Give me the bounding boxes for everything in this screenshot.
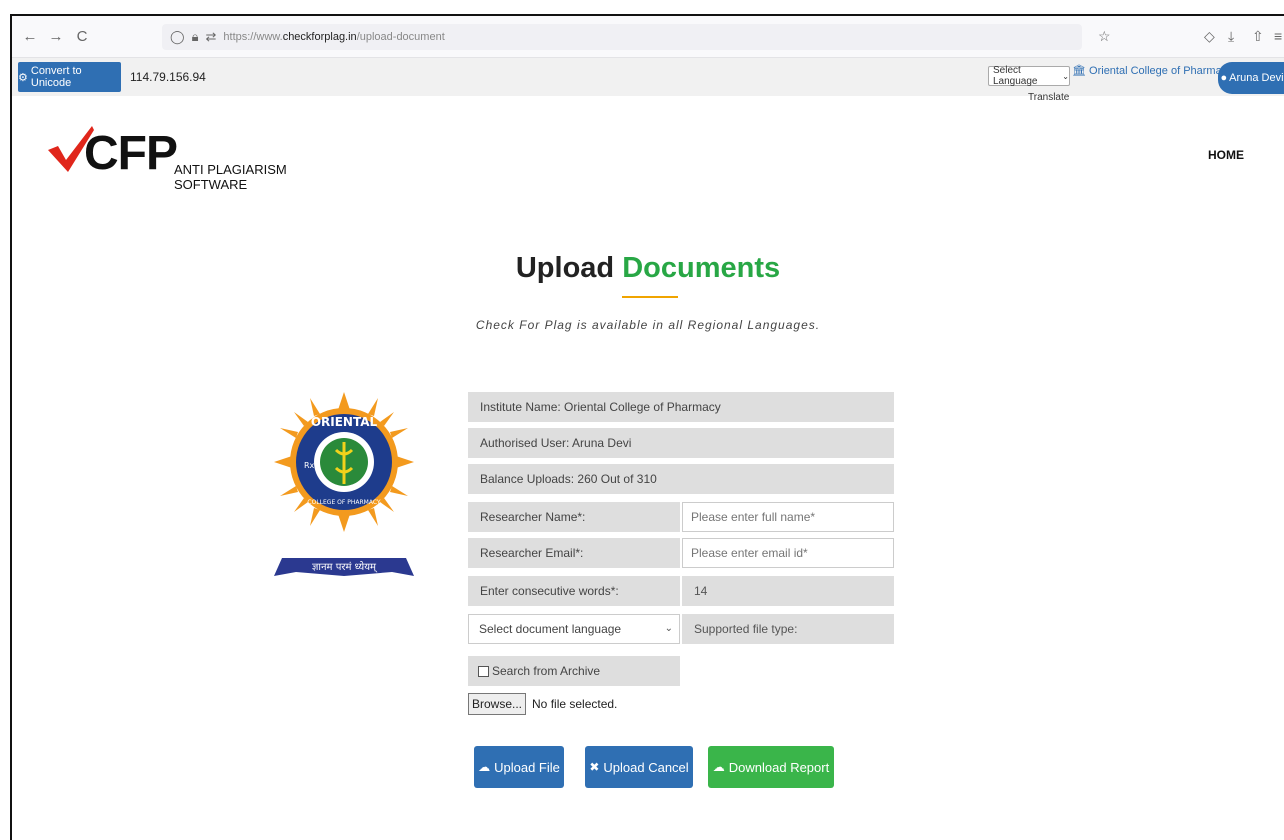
emblem-banner-text: ज्ञानम परमं ध्येयम्	[312, 561, 378, 573]
browse-button[interactable]: Browse...	[468, 693, 527, 715]
institute-name-row: Institute Name: Oriental College of Phar…	[468, 392, 894, 422]
language-select[interactable]: Select Language ⌄	[988, 65, 1070, 87]
emblem-bottom-text: COLLEGE OF PHARMACY	[307, 499, 380, 506]
user-account-button[interactable]: ● Aruna Devi	[1218, 62, 1284, 94]
document-language-select[interactable]: Select document language ⌄	[468, 614, 680, 644]
authorised-user-row: Authorised User: Aruna Devi	[468, 428, 894, 458]
user-name: Aruna Devi	[1229, 72, 1284, 84]
translate-label: Translate	[1028, 92, 1070, 103]
researcher-email-label: Researcher Email*:	[468, 538, 680, 568]
browser-toolbar: ← → C ◯ 🔒︎ ⇄ https://www. checkforplag.in…	[12, 16, 1284, 58]
cloud-download-icon: ☁	[712, 760, 725, 774]
lock-icon: 🔒︎	[191, 29, 199, 44]
college-link[interactable]: 🏛︎ Oriental College of Pharmacy	[1072, 64, 1233, 77]
researcher-email-input[interactable]	[682, 538, 894, 568]
logo-text: CFP	[84, 127, 178, 180]
language-select-label: Select Language	[993, 65, 1038, 87]
file-status: No file selected.	[532, 697, 618, 711]
address-bar[interactable]: ◯ 🔒︎ ⇄ https://www. checkforplag.in/uploa…	[162, 24, 1082, 50]
checkbox-icon	[478, 665, 489, 677]
emblem-top-text: ORIENTAL	[311, 415, 378, 429]
bookmark-star-icon[interactable]: ☆	[1098, 28, 1111, 45]
nav-home[interactable]: HOME	[1208, 148, 1244, 162]
download-report-label: Download Report	[728, 759, 830, 775]
menu-icon[interactable]: ≡	[1274, 28, 1282, 44]
download-icon[interactable]: ⤓	[1228, 28, 1234, 45]
upload-cancel-label: Upload Cancel	[603, 759, 689, 775]
balance-uploads-row: Balance Uploads: 260 Out of 310	[468, 464, 894, 494]
shield-icon: ◯	[170, 29, 185, 44]
url-path: /upload-document	[356, 31, 445, 43]
close-icon: ✖	[589, 760, 600, 774]
page-title: Upload Documents	[12, 252, 1284, 285]
search-archive-checkbox[interactable]: Search from Archive	[468, 656, 680, 686]
title-underline	[622, 296, 678, 298]
consecutive-words-label: Enter consecutive words*:	[468, 576, 680, 606]
document-language-value: Select document language	[479, 622, 622, 636]
forward-arrow-icon[interactable]: →	[48, 28, 64, 45]
download-report-button[interactable]: ☁ Download Report	[708, 746, 834, 788]
page-subtitle: Check For Plag is available in all Regio…	[475, 318, 821, 332]
logo-tagline: ANTI PLAGIARISM SOFTWARE	[174, 162, 287, 192]
share-icon[interactable]: ⇧	[1252, 28, 1264, 45]
emblem-rx-text: Rx	[304, 461, 315, 470]
url-prefix: https://www.	[223, 31, 283, 43]
gears-icon: ⚙	[18, 71, 28, 84]
back-arrow-icon[interactable]: ←	[22, 28, 38, 45]
cfp-logo[interactable]: CFP ANTI PLAGIARISM SOFTWARE	[46, 110, 346, 192]
institution-icon: 🏛︎	[1072, 65, 1086, 77]
supported-file-type-label: Supported file type:	[682, 614, 894, 644]
upload-file-label: Upload File	[494, 759, 560, 775]
convert-to-unicode-button[interactable]: ⚙ Convert to Unicode	[18, 62, 121, 92]
researcher-name-label: Researcher Name*:	[468, 502, 680, 532]
cloud-upload-icon: ☁	[478, 760, 491, 774]
upload-cancel-button[interactable]: ✖ Upload Cancel	[585, 746, 693, 788]
college-emblem: ORIENTAL COLLEGE OF PHARMACY Rx ज्ञानम प…	[274, 392, 414, 588]
college-name: Oriental College of Pharmacy	[1089, 65, 1233, 77]
consecutive-words-input[interactable]: 14	[682, 576, 894, 606]
file-input: Browse... No file selected.	[468, 692, 617, 716]
chevron-down-icon: ⌄	[1062, 71, 1069, 81]
convert-label: Convert to Unicode	[30, 65, 82, 89]
user-icon: ●	[1220, 72, 1228, 84]
search-archive-label: Search from Archive	[492, 664, 601, 678]
chevron-down-icon: ⌄	[664, 623, 673, 634]
url-host: checkforplag.in	[282, 31, 357, 43]
title-part-2: Documents	[622, 252, 781, 284]
reload-icon[interactable]: C	[74, 28, 90, 45]
title-part-1: Upload	[515, 252, 623, 284]
screenshot-frame: ← → C ◯ 🔒︎ ⇄ https://www. checkforplag.in…	[10, 14, 1284, 840]
ip-address: 114.79.156.94	[130, 70, 206, 84]
pocket-icon[interactable]: ◇	[1204, 28, 1215, 45]
site-utility-bar: ⚙ Convert to Unicode 114.79.156.94 Selec…	[12, 58, 1284, 103]
permissions-icon: ⇄	[205, 29, 217, 44]
researcher-name-input[interactable]	[682, 502, 894, 532]
college-emblem-image: ORIENTAL COLLEGE OF PHARMACY Rx ज्ञानम प…	[274, 392, 414, 576]
upload-file-button[interactable]: ☁ Upload File	[474, 746, 564, 788]
